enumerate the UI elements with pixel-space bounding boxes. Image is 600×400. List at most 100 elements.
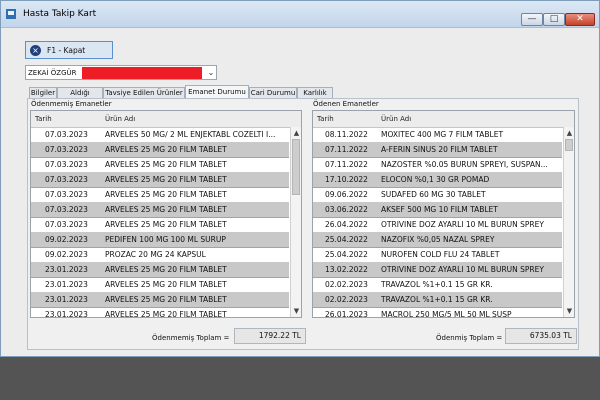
paid-total-value: 6735.03 TL bbox=[505, 328, 577, 344]
table-row[interactable]: 23.01.2023 ARVELES 25 MG 20 FILM TABLET bbox=[31, 262, 289, 278]
table-row[interactable]: 25.04.2022 NUROFEN COLD FLU 24 TABLET bbox=[313, 247, 562, 263]
table-row[interactable]: 07.03.2023 ARVELES 25 MG 20 FILM TABLET bbox=[31, 157, 289, 173]
row-product: PEDIFEN 100 MG 100 ML SURUP bbox=[105, 235, 226, 244]
row-product: ARVELES 25 MG 20 FILM TABLET bbox=[105, 280, 227, 289]
row-date: 26.04.2022 bbox=[325, 220, 368, 229]
tab-0[interactable]: Bilgiler bbox=[29, 87, 57, 98]
row-product: ARVELES 25 MG 20 FILM TABLET bbox=[105, 190, 227, 199]
kapat-button[interactable]: × F1 - Kapat bbox=[25, 41, 113, 59]
row-date: 07.03.2023 bbox=[45, 175, 88, 184]
paid-table[interactable]: Tarih Ürün Adı 08.11.2022 MOXITEC 400 MG … bbox=[312, 110, 575, 318]
unpaid-total-label: Ödenmemiş Toplam = bbox=[152, 334, 230, 342]
table-row[interactable]: 23.01.2023 ARVELES 25 MG 20 FILM TABLET bbox=[31, 292, 289, 308]
patient-select[interactable]: ZEKAİ ÖZGÜR ⌄ bbox=[25, 65, 217, 80]
row-product: TRAVAZOL %1+0.1 15 GR KR. bbox=[381, 295, 493, 304]
scroll-down-icon[interactable]: ▼ bbox=[291, 305, 301, 317]
hasta-takip-window: Hasta Takip Kart — □ ✕ × F1 - Kapat ZEKA… bbox=[0, 0, 600, 357]
table-row[interactable]: 09.02.2023 PROZAC 20 MG 24 KAPSUL bbox=[31, 247, 289, 263]
col-date-header[interactable]: Tarih bbox=[35, 115, 52, 123]
table-row[interactable]: 07.03.2023 ARVELES 25 MG 20 FILM TABLET bbox=[31, 217, 289, 233]
table-header: Tarih Ürün Adı bbox=[313, 111, 574, 128]
row-date: 25.04.2022 bbox=[325, 235, 368, 244]
tab-3[interactable]: Emanet Durumu bbox=[185, 85, 249, 98]
tab-4[interactable]: Cari Durumu bbox=[249, 87, 297, 98]
row-product: SUDAFED 60 MG 30 TABLET bbox=[381, 190, 486, 199]
app-icon bbox=[6, 9, 16, 19]
row-date: 07.03.2023 bbox=[45, 190, 88, 199]
table-row[interactable]: 08.11.2022 MOXITEC 400 MG 7 FILM TABLET bbox=[313, 127, 562, 143]
table-header: Tarih Ürün Adı bbox=[31, 111, 301, 128]
row-product: PROZAC 20 MG 24 KAPSUL bbox=[105, 250, 206, 259]
row-product: ARVELES 25 MG 20 FILM TABLET bbox=[105, 145, 227, 154]
row-date: 23.01.2023 bbox=[45, 265, 88, 274]
row-date: 09.02.2023 bbox=[45, 250, 88, 259]
close-circle-icon: × bbox=[30, 45, 41, 56]
table-row[interactable]: 23.01.2023 ARVELES 25 MG 20 FILM TABLET bbox=[31, 277, 289, 293]
table-row[interactable]: 09.02.2023 PEDIFEN 100 MG 100 ML SURUP bbox=[31, 232, 289, 248]
chevron-down-icon[interactable]: ⌄ bbox=[206, 67, 216, 78]
table-row[interactable]: 07.03.2023 ARVELES 25 MG 20 FILM TABLET bbox=[31, 202, 289, 218]
row-date: 17.10.2022 bbox=[325, 175, 368, 184]
row-date: 23.01.2023 bbox=[45, 295, 88, 304]
table-row[interactable]: 07.11.2022 NAZOSTER %0.05 BURUN SPREYI, S… bbox=[313, 157, 562, 173]
row-product: AKSEF 500 MG 10 FILM TABLET bbox=[381, 205, 498, 214]
table-row[interactable]: 07.03.2023 ARVELES 25 MG 20 FILM TABLET bbox=[31, 187, 289, 203]
table-row[interactable]: 26.04.2022 OTRIVINE DOZ AYARLI 10 ML BURU… bbox=[313, 217, 562, 233]
scroll-up-icon[interactable]: ▲ bbox=[291, 127, 301, 139]
col-product-header[interactable]: Ürün Adı bbox=[381, 115, 411, 123]
row-date: 07.03.2023 bbox=[45, 130, 88, 139]
row-date: 07.11.2022 bbox=[325, 160, 368, 169]
row-date: 07.03.2023 bbox=[45, 145, 88, 154]
scroll-down-icon[interactable]: ▼ bbox=[564, 305, 574, 317]
row-product: ARVELES 25 MG 20 FILM TABLET bbox=[105, 205, 227, 214]
table-row[interactable]: 17.10.2022 ELOCON %0,1 30 GR POMAD bbox=[313, 172, 562, 188]
row-product: ARVELES 25 MG 20 FILM TABLET bbox=[105, 310, 227, 318]
close-window-button[interactable]: ✕ bbox=[565, 13, 595, 26]
title-bar: Hasta Takip Kart — □ ✕ bbox=[1, 1, 599, 28]
row-product: OTRIVINE DOZ AYARLI 10 ML BURUN SPREY bbox=[381, 265, 544, 274]
tab-5[interactable]: Karlılık bbox=[297, 87, 333, 98]
row-date: 26.01.2023 bbox=[325, 310, 368, 318]
row-product: ELOCON %0,1 30 GR POMAD bbox=[381, 175, 490, 184]
table-row[interactable]: 07.11.2022 A-FERIN SINUS 20 FILM TABLET bbox=[313, 142, 562, 158]
row-date: 09.02.2023 bbox=[45, 235, 88, 244]
vertical-scrollbar[interactable]: ▲ ▼ bbox=[563, 127, 574, 317]
scroll-thumb[interactable] bbox=[565, 139, 573, 151]
col-product-header[interactable]: Ürün Adı bbox=[105, 115, 135, 123]
row-product: ARVELES 25 MG 20 FILM TABLET bbox=[105, 175, 227, 184]
row-date: 23.01.2023 bbox=[45, 310, 88, 318]
left-panel-title: Ödenmemiş Emanetler bbox=[31, 100, 112, 108]
col-date-header[interactable]: Tarih bbox=[317, 115, 334, 123]
row-product: NAZOSTER %0.05 BURUN SPREYI, SUSPAN... bbox=[381, 160, 548, 169]
row-product: OTRIVINE DOZ AYARLI 10 ML BURUN SPREY bbox=[381, 220, 544, 229]
unpaid-total-value: 1792.22 TL bbox=[234, 328, 306, 344]
row-date: 08.11.2022 bbox=[325, 130, 368, 139]
table-row[interactable]: 26.01.2023 MACROL 250 MG/5 ML 50 ML SUSP bbox=[313, 307, 562, 318]
row-date: 03.06.2022 bbox=[325, 205, 368, 214]
row-date: 02.02.2023 bbox=[325, 295, 368, 304]
table-row[interactable]: 07.03.2023 ARVELES 25 MG 20 FILM TABLET bbox=[31, 142, 289, 158]
row-product: MACROL 250 MG/5 ML 50 ML SUSP bbox=[381, 310, 512, 318]
table-row[interactable]: 25.04.2022 NAZOFIX %0,05 NAZAL SPREY bbox=[313, 232, 562, 248]
table-row[interactable]: 07.03.2023 ARVELES 25 MG 20 FILM TABLET bbox=[31, 172, 289, 188]
table-row[interactable]: 07.03.2023 ARVELES 50 MG/ 2 ML ENJEKTABL … bbox=[31, 127, 289, 143]
row-date: 07.11.2022 bbox=[325, 145, 368, 154]
scroll-thumb[interactable] bbox=[292, 139, 300, 195]
vertical-scrollbar[interactable]: ▲ ▼ bbox=[290, 127, 301, 317]
tab-1[interactable]: Aldığı Ürünler bbox=[57, 87, 103, 107]
table-row[interactable]: 02.02.2023 TRAVAZOL %1+0.1 15 GR KR. bbox=[313, 277, 562, 293]
row-date: 07.03.2023 bbox=[45, 220, 88, 229]
table-row[interactable]: 02.02.2023 TRAVAZOL %1+0.1 15 GR KR. bbox=[313, 292, 562, 308]
row-date: 02.02.2023 bbox=[325, 280, 368, 289]
minimize-button[interactable]: — bbox=[521, 13, 543, 26]
table-row[interactable]: 23.01.2023 ARVELES 25 MG 20 FILM TABLET bbox=[31, 307, 289, 318]
table-row[interactable]: 09.06.2022 SUDAFED 60 MG 30 TABLET bbox=[313, 187, 562, 203]
row-date: 23.01.2023 bbox=[45, 280, 88, 289]
table-row[interactable]: 13.02.2022 OTRIVINE DOZ AYARLI 10 ML BURU… bbox=[313, 262, 562, 278]
tab-2[interactable]: Tavsiye Edilen Ürünler bbox=[103, 87, 185, 98]
unpaid-table[interactable]: Tarih Ürün Adı 07.03.2023 ARVELES 50 MG/ … bbox=[30, 110, 302, 318]
table-row[interactable]: 03.06.2022 AKSEF 500 MG 10 FILM TABLET bbox=[313, 202, 562, 218]
scroll-up-icon[interactable]: ▲ bbox=[564, 127, 574, 139]
maximize-button[interactable]: □ bbox=[543, 13, 565, 26]
redacted-surname bbox=[82, 67, 202, 79]
